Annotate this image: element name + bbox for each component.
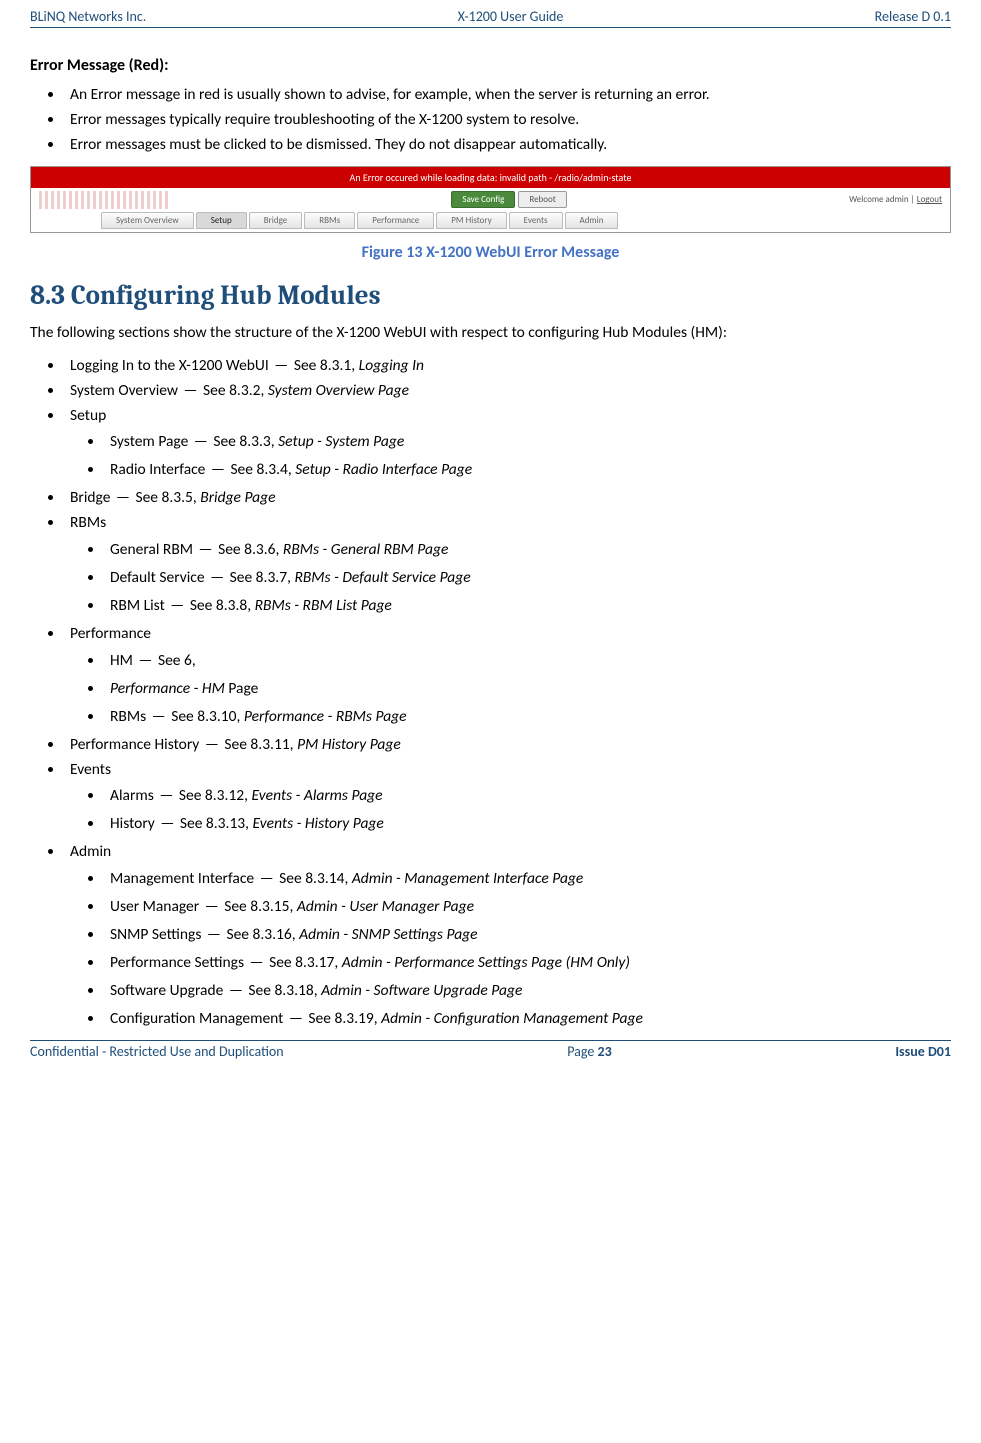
footer-page-prefix: Page: [567, 1043, 597, 1060]
nav-tab[interactable]: Admin: [565, 212, 619, 229]
page-footer: Confidential - Restricted Use and Duplic…: [30, 1041, 951, 1060]
toc-item: Default Service — See 8.3.7, RBMs - Defa…: [104, 568, 951, 589]
toc-item: User Manager — See 8.3.15, Admin - User …: [104, 897, 951, 918]
toc-item: RBMsGeneral RBM — See 8.3.6, RBMs - Gene…: [64, 513, 951, 617]
nav-tabs: System OverviewSetupBridgeRBMsPerformanc…: [31, 212, 950, 232]
toc-item: HM — See 6,: [104, 651, 951, 672]
toc-item: History — See 8.3.13, Events - History P…: [104, 814, 951, 835]
toc-item: Alarms — See 8.3.12, Events - Alarms Pag…: [104, 786, 951, 807]
error-banner: An Error occured while loading data: inv…: [31, 167, 950, 188]
footer-center: Page 23: [567, 1043, 611, 1060]
toc-item: AdminManagement Interface — See 8.3.14, …: [64, 842, 951, 1029]
header-center: X-1200 User Guide: [458, 8, 564, 25]
toc-item: SetupSystem Page — See 8.3.3, Setup - Sy…: [64, 406, 951, 482]
toc-sublist: Management Interface — See 8.3.14, Admin…: [104, 869, 951, 1030]
list-item: Error messages typically require trouble…: [64, 110, 951, 131]
toc-item: Logging In to the X-1200 WebUI — See 8.3…: [64, 356, 951, 377]
error-section-title: Error Message (Red):: [30, 56, 951, 75]
nav-tab[interactable]: System Overview: [101, 212, 194, 229]
toc-item: PerformanceHM — See 6,Performance - HM P…: [64, 624, 951, 728]
toc-item: RBMs — See 8.3.10, Performance - RBMs Pa…: [104, 707, 951, 728]
header-left: BLiNQ Networks Inc.: [30, 8, 146, 25]
toc-item: Performance History — See 8.3.11, PM His…: [64, 735, 951, 756]
header-right: Release D 0.1: [875, 8, 951, 25]
nav-tab[interactable]: Bridge: [249, 212, 302, 229]
webui-error-screenshot: An Error occured while loading data: inv…: [30, 166, 951, 233]
nav-tab[interactable]: Events: [509, 212, 563, 229]
intro-paragraph: The following sections show the structur…: [30, 323, 951, 344]
save-config-button[interactable]: Save Config: [451, 191, 515, 208]
toc-item: Configuration Management — See 8.3.19, A…: [104, 1009, 951, 1030]
figure-caption: Figure 13 X-1200 WebUI Error Message: [30, 243, 951, 262]
toc-sublist: System Page — See 8.3.3, Setup - System …: [104, 432, 951, 481]
toc-item: Management Interface — See 8.3.14, Admin…: [104, 869, 951, 890]
header-rule: [30, 27, 951, 28]
nav-tab[interactable]: RBMs: [304, 212, 355, 229]
error-bullet-list: An Error message in red is usually shown…: [64, 85, 951, 156]
logout-link[interactable]: Logout: [917, 194, 942, 205]
toc-item: RBM List — See 8.3.8, RBMs - RBM List Pa…: [104, 596, 951, 617]
toc-item: Radio Interface — See 8.3.4, Setup - Rad…: [104, 460, 951, 481]
toc-item: SNMP Settings — See 8.3.16, Admin - SNMP…: [104, 925, 951, 946]
toc-item: Performance Settings — See 8.3.17, Admin…: [104, 953, 951, 974]
list-item: An Error message in red is usually shown…: [64, 85, 951, 106]
page-header: BLiNQ Networks Inc. X-1200 User Guide Re…: [30, 8, 951, 27]
reboot-button[interactable]: Reboot: [518, 191, 566, 208]
toc-item: Software Upgrade — See 8.3.18, Admin - S…: [104, 981, 951, 1002]
list-item: Error messages must be clicked to be dis…: [64, 135, 951, 156]
welcome-prefix: Welcome admin |: [849, 194, 915, 205]
toc-sublist: General RBM — See 8.3.6, RBMs - General …: [104, 540, 951, 617]
footer-page-number: 23: [598, 1043, 612, 1060]
nav-tab[interactable]: Setup: [196, 212, 247, 229]
footer-right: Issue D01: [895, 1043, 951, 1060]
toc-item: System Page — See 8.3.3, Setup - System …: [104, 432, 951, 453]
toc-list: Logging In to the X-1200 WebUI — See 8.3…: [64, 356, 951, 1030]
toc-item: Performance - HM Page: [104, 679, 951, 700]
toc-item: General RBM — See 8.3.6, RBMs - General …: [104, 540, 951, 561]
toc-item: System Overview — See 8.3.2, System Over…: [64, 381, 951, 402]
toc-item: Bridge — See 8.3.5, Bridge Page: [64, 488, 951, 509]
footer-left: Confidential - Restricted Use and Duplic…: [30, 1043, 284, 1060]
nav-tab[interactable]: PM History: [436, 212, 506, 229]
toc-item: EventsAlarms — See 8.3.12, Events - Alar…: [64, 760, 951, 836]
nav-tab[interactable]: Performance: [357, 212, 434, 229]
welcome-text: Welcome admin | Logout: [849, 194, 942, 205]
toc-sublist: HM — See 6, Performance - HM Page RBMs — S…: [104, 651, 951, 728]
toc-sublist: Alarms — See 8.3.12, Events - Alarms Pag…: [104, 786, 951, 835]
logo-placeholder: [39, 191, 169, 209]
section-heading: 8.3 Configuring Hub Modules: [30, 280, 951, 311]
